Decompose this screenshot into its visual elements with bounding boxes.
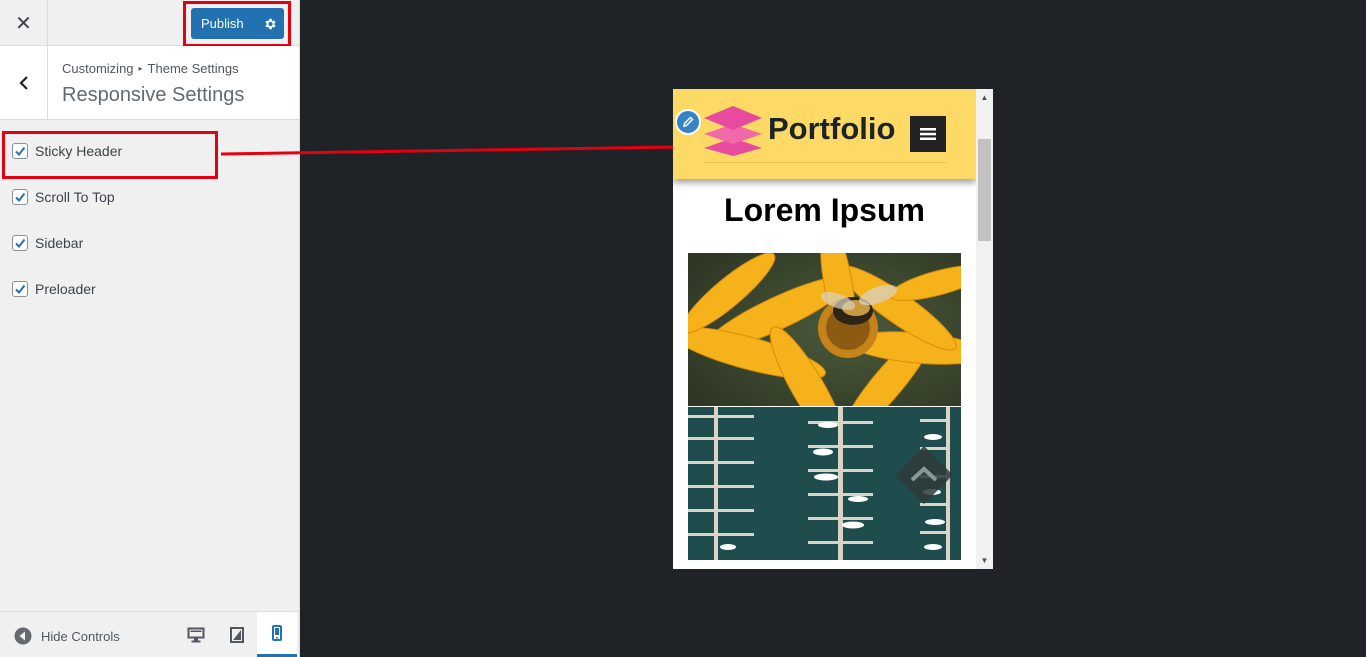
site-preview: Portfolio Lorem Ipsum ▲ ▼ — [673, 89, 993, 569]
publish-button[interactable]: Publish — [191, 8, 284, 39]
close-icon: ✕ — [15, 12, 32, 35]
site-name[interactable]: Portfolio — [768, 111, 895, 147]
section-title: Responsive Settings — [62, 84, 245, 106]
mobile-icon — [272, 625, 282, 641]
checkmark-icon — [15, 238, 26, 249]
scroll-down-icon[interactable]: ▼ — [976, 552, 993, 569]
menu-toggle-button[interactable] — [910, 116, 946, 152]
page-heading: Lorem Ipsum — [724, 192, 925, 228]
customizer-sidebar: ✕ Publish Customizing ▸ Theme Settings R… — [0, 0, 300, 657]
checkmark-icon — [15, 192, 26, 203]
header-divider — [703, 162, 946, 163]
pencil-icon — [683, 116, 694, 127]
preview-mobile-button[interactable] — [257, 612, 297, 657]
option-scroll-to-top[interactable]: Scroll To Top — [12, 189, 115, 205]
close-customizer-button[interactable]: ✕ — [0, 0, 48, 46]
gear-icon[interactable] — [255, 17, 284, 31]
scroll-up-icon[interactable]: ▲ — [976, 89, 993, 106]
hide-controls-button[interactable]: Hide Controls — [14, 627, 120, 645]
option-label: Scroll To Top — [35, 189, 115, 205]
preview-desktop-button[interactable] — [176, 612, 216, 657]
hamburger-icon — [920, 128, 936, 140]
breadcrumb-parent: Customizing — [62, 61, 134, 76]
edit-shortcut-button[interactable] — [675, 109, 701, 135]
scroll-thumb[interactable] — [978, 139, 991, 241]
scroll-to-top-checkbox[interactable] — [12, 189, 28, 205]
desktop-icon — [187, 627, 205, 643]
chevron-left-icon — [18, 75, 28, 90]
publish-label: Publish — [201, 16, 244, 31]
section-header: Customizing ▸ Theme Settings Responsive … — [0, 46, 299, 120]
preview-scrollbar[interactable]: ▲ ▼ — [976, 89, 993, 569]
customizer-footer: Hide Controls — [0, 611, 299, 657]
layers-logo-icon[interactable] — [702, 104, 764, 161]
back-button[interactable] — [0, 46, 48, 119]
site-header: Portfolio — [673, 89, 976, 179]
option-label: Preloader — [35, 281, 96, 297]
chevron-up-icon — [895, 446, 953, 504]
option-preloader[interactable]: Preloader — [12, 281, 96, 297]
hide-controls-label: Hide Controls — [41, 628, 120, 644]
breadcrumb-separator-icon: ▸ — [138, 64, 143, 73]
sticky-header-highlight-frame — [2, 131, 218, 179]
breadcrumb-current: Theme Settings — [147, 61, 239, 76]
collapse-arrow-icon — [14, 627, 32, 645]
breadcrumb: Customizing ▸ Theme Settings — [62, 61, 239, 76]
option-sidebar[interactable]: Sidebar — [12, 235, 83, 251]
bee-on-flower-image — [688, 253, 961, 406]
preview-tablet-button[interactable] — [217, 612, 257, 657]
tablet-icon — [230, 627, 244, 643]
sidebar-checkbox[interactable] — [12, 235, 28, 251]
checkmark-icon — [15, 284, 26, 295]
preloader-checkbox[interactable] — [12, 281, 28, 297]
scroll-to-top-button[interactable] — [893, 444, 955, 506]
option-label: Sidebar — [35, 235, 84, 251]
